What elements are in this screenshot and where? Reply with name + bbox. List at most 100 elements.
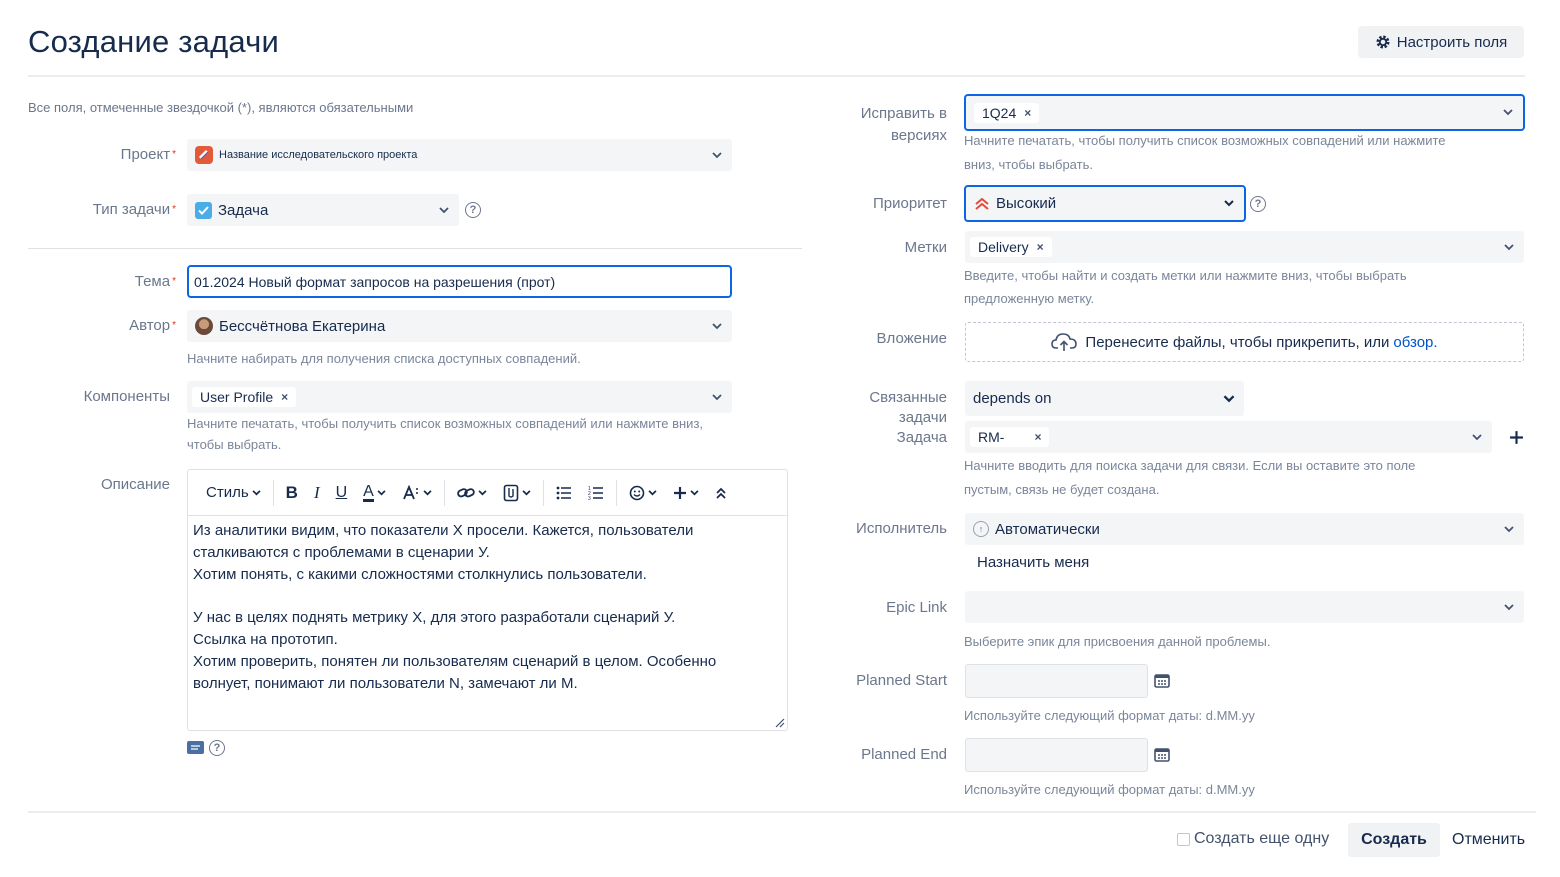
planned-end-input[interactable] [965,738,1148,772]
toolbar-separator [542,479,544,506]
summary-input[interactable]: 01.2024 Новый формат запросов на разреше… [187,265,732,298]
browse-link[interactable]: обзор. [1393,334,1437,351]
page-title: Создание задачи [28,24,279,59]
collapse-toolbar-icon[interactable] [707,477,735,509]
help-icon[interactable]: ? [465,202,481,218]
cloud-upload-icon [1051,333,1078,351]
component-tag[interactable]: User Profile × [192,387,297,407]
description-editor[interactable]: Стиль B I U A 123 Из аналитики видим, чт… [187,469,788,731]
remove-tag-icon[interactable]: × [281,390,288,404]
create-button[interactable]: Создать [1348,823,1440,857]
description-line: Хотим понять, с какими сложностями столк… [193,565,647,583]
linked-issue-select[interactable]: RM- × [965,421,1492,453]
chevron-down-icon [423,489,432,495]
task-checkbox-icon [195,201,212,219]
planned-start-input[interactable] [965,664,1148,698]
planned-start-label: Planned Start [856,672,947,689]
chevron-down-icon [648,489,657,495]
issue-tag[interactable]: RM- × [970,427,1050,447]
reporter-hint: Начните набирать для получения списка до… [187,351,581,366]
add-link-plus-icon[interactable] [1509,430,1524,450]
description-line: Хотим проверить, понятен ли пользователя… [193,652,717,670]
toolbar-separator [443,479,445,506]
chevron-down-icon [1222,197,1236,211]
description-line [193,585,783,607]
underline-icon[interactable]: U [328,477,356,509]
remove-tag-icon[interactable]: × [1037,240,1044,254]
attachment-dropzone[interactable]: Перенесите файлы, чтобы прикрепить, или … [965,322,1524,362]
assignee-value: Автоматически [995,520,1100,538]
labels-label: Метки [904,239,947,256]
chevron-down-icon [478,489,487,495]
assignee-select[interactable]: ↑ Автоматически [965,513,1524,545]
folder-icon[interactable] [187,741,204,754]
attachment-drop-text: Перенесите файлы, чтобы прикрепить, или [1085,333,1390,351]
chevron-down-icon [710,148,724,162]
text-color-dropdown[interactable]: A [355,477,394,509]
paperclip-icon [503,484,519,501]
chevron-down-icon [252,489,261,495]
priority-label: Приоритет [873,195,947,212]
assign-to-me-link[interactable]: Назначить меня [977,554,1089,571]
toolbar-separator [272,479,274,506]
fix-versions-select[interactable]: 1Q24 × [964,94,1525,131]
calendar-icon[interactable] [1154,673,1170,693]
version-tag[interactable]: 1Q24 × [974,102,1040,123]
reporter-select[interactable]: Бессчётнова Екатерина [187,310,732,342]
cancel-link[interactable]: Отменить [1452,831,1525,849]
emoji-dropdown[interactable] [621,477,665,509]
create-another-toggle[interactable]: Создать еще одну [1177,830,1329,848]
components-label: Компоненты [83,388,170,405]
chevron-down-icon [1222,392,1236,406]
italic-icon[interactable]: I [306,477,328,509]
priority-select[interactable]: Высокий [964,185,1246,222]
resize-handle-icon[interactable] [775,718,785,728]
components-select[interactable]: User Profile × [187,381,732,413]
description-label: Описание [100,476,170,493]
attachment-dropdown[interactable] [495,477,539,509]
project-select[interactable]: Название исследовательского проекта [187,139,732,171]
bold-icon[interactable]: B [278,477,306,509]
more-formatting-icon [403,484,418,499]
issue-type-select[interactable]: Задача [187,194,459,226]
fix-versions-hint-line2: вниз, чтобы выбрать. [964,157,1093,172]
chevron-down-icon [710,319,724,333]
summary-label: Тема * [134,273,176,290]
chevron-down-icon [522,489,531,495]
link-icon [457,487,475,497]
bullet-list-icon[interactable] [548,477,580,509]
link-relation-select[interactable]: depends on [965,381,1244,416]
epic-link-select[interactable] [965,591,1524,623]
text-style-label: Стиль [206,484,249,501]
version-tag-label: 1Q24 [982,104,1017,121]
chevron-down-icon [690,489,699,495]
help-icon[interactable]: ? [1250,196,1266,212]
svg-text:3: 3 [588,496,591,500]
chevron-down-icon [437,203,451,217]
text-style-dropdown[interactable]: Стиль [198,477,269,509]
planned-start-hint: Используйте следующий формат даты: d.MM.… [964,708,1255,723]
help-icon[interactable]: ? [209,740,225,756]
text-color-icon: A [363,482,374,502]
numbered-list-icon[interactable]: 123 [580,477,612,509]
issue-type-value: Задача [218,201,269,219]
insert-more-dropdown[interactable] [665,477,707,509]
description-line: волнует, понимают ли пользователи N, зам… [193,674,578,692]
remove-tag-icon[interactable]: × [1034,430,1041,444]
create-another-label: Создать еще одну [1194,830,1330,847]
footer-divider [28,811,1536,813]
description-text[interactable]: Из аналитики видим, что показатели Х про… [193,520,783,694]
link-dropdown[interactable] [449,477,495,509]
fix-versions-label: Исправить в версиях [860,105,947,144]
calendar-icon[interactable] [1154,747,1170,767]
chevron-down-icon [1502,600,1516,614]
chevron-down-icon [1502,522,1516,536]
more-formatting-dropdown[interactable] [394,477,440,509]
configure-fields-button[interactable]: Настроить поля [1358,26,1524,58]
chevron-down-icon [377,489,386,495]
labels-select[interactable]: Delivery × [965,231,1524,263]
remove-tag-icon[interactable]: × [1024,106,1031,120]
create-another-checkbox[interactable] [1177,832,1190,846]
label-tag[interactable]: Delivery × [970,237,1052,257]
labels-hint-line2: предложенную метку. [964,291,1095,306]
